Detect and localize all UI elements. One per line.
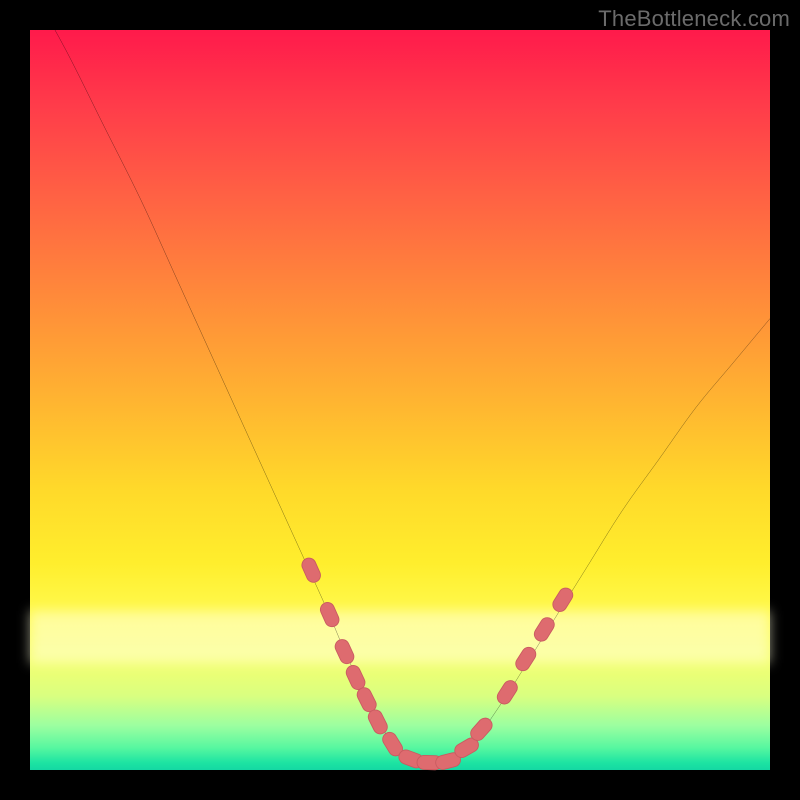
curve-marker (550, 585, 575, 614)
curve-marker (532, 615, 557, 644)
curve-marker (333, 637, 356, 666)
bottleneck-curve (30, 0, 770, 763)
chart-svg (30, 30, 770, 770)
plot-area (30, 30, 770, 770)
curve-marker (318, 600, 341, 629)
curve-marker (495, 678, 520, 707)
watermark-text: TheBottleneck.com (598, 6, 790, 32)
curve-marker (300, 556, 323, 585)
chart-frame: TheBottleneck.com (0, 0, 800, 800)
curve-marker (513, 645, 538, 674)
marker-group (300, 556, 576, 771)
